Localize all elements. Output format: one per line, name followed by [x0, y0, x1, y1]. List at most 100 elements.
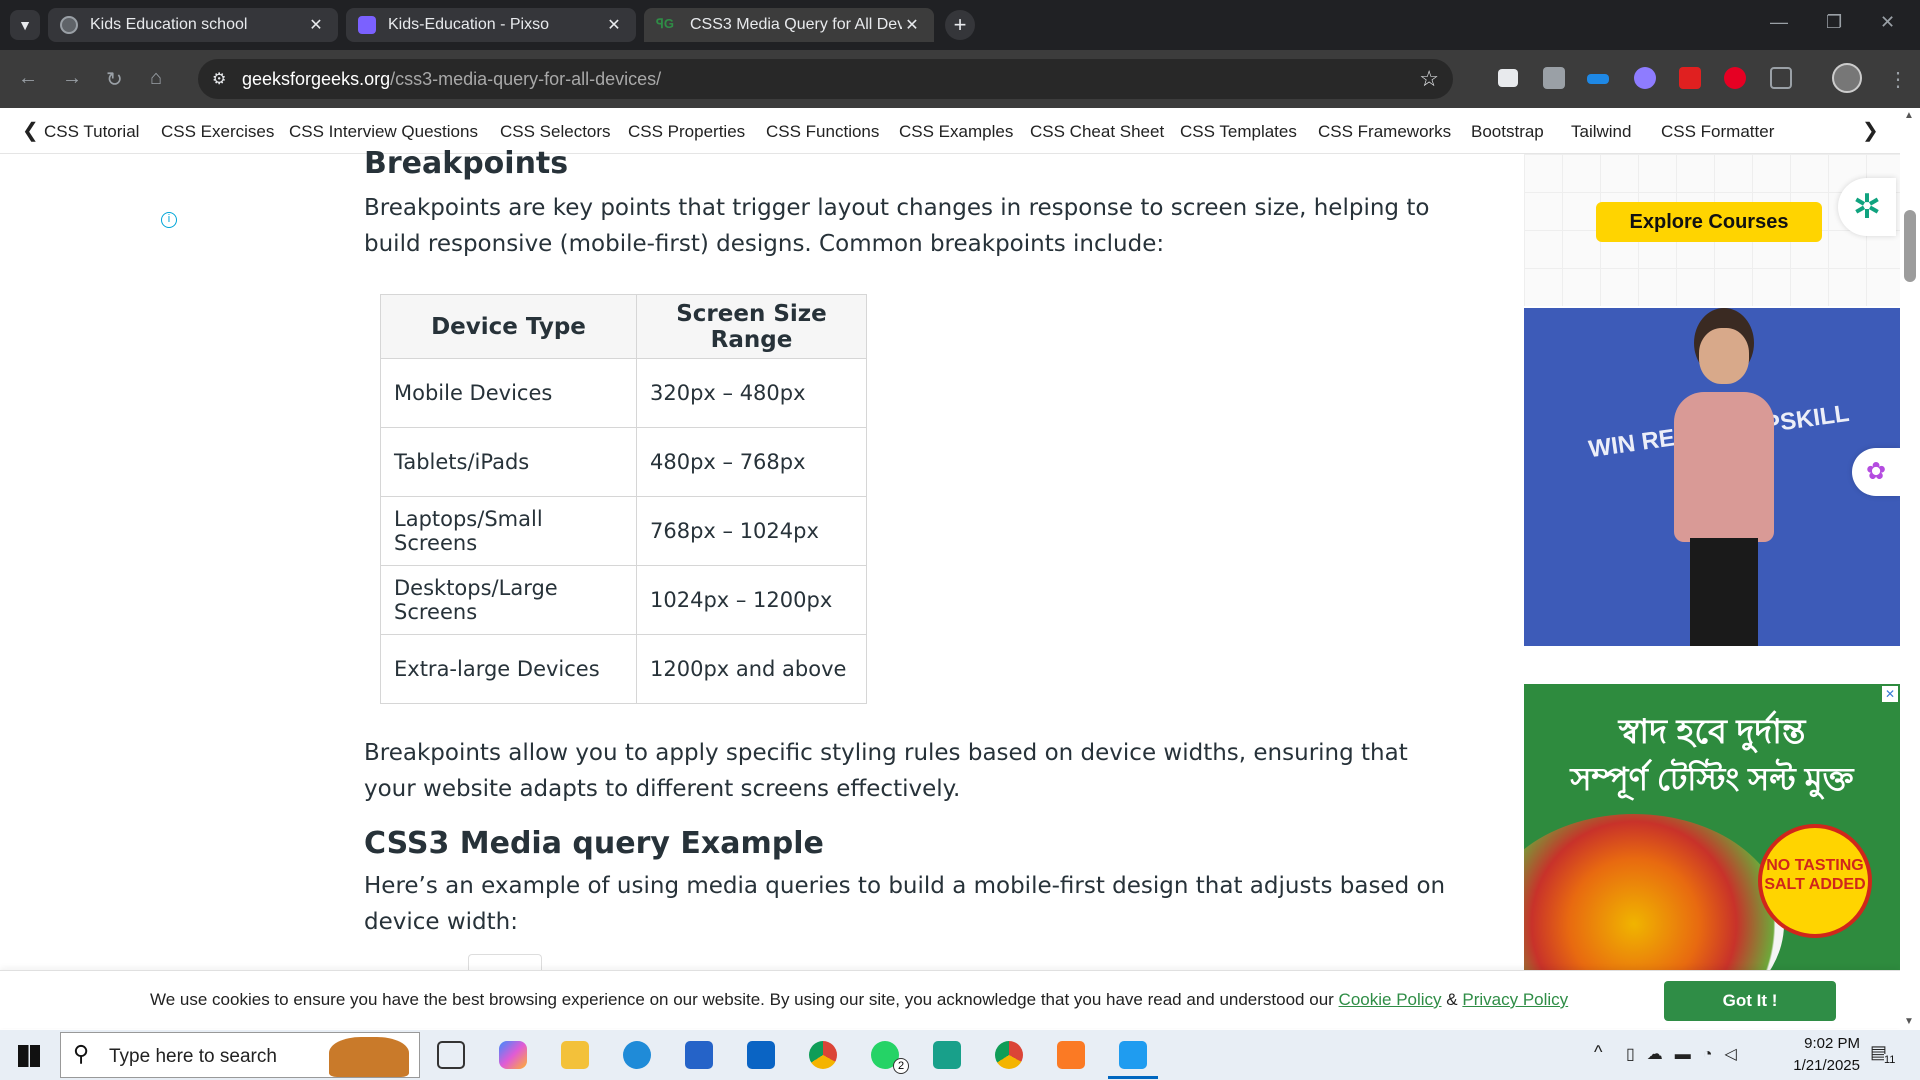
tab-search-button[interactable]: ▼ — [10, 10, 40, 40]
clock-date: 1/21/2025 — [1793, 1057, 1860, 1074]
close-window-icon[interactable]: ✕ — [1880, 12, 1895, 33]
table-cell: 768px – 1024px — [636, 496, 867, 566]
ad-close-icon[interactable]: ✕ — [1882, 686, 1898, 702]
xampp-icon[interactable] — [1057, 1041, 1085, 1069]
col-device-type: Device Type — [380, 294, 637, 359]
chrome-icon[interactable] — [809, 1041, 837, 1069]
forward-icon[interactable]: → — [62, 67, 82, 90]
table-cell: 1200px and above — [636, 634, 867, 704]
close-icon[interactable]: ✕ — [902, 15, 922, 35]
tab-kids-education-school[interactable]: Kids Education school ✕ — [48, 8, 338, 42]
ad-explore-courses[interactable]: Explore Courses — [1524, 154, 1900, 306]
nav-bootstrap[interactable]: Bootstrap — [1471, 122, 1544, 142]
extension-icon[interactable] — [1543, 67, 1565, 89]
gfg-logo-icon: ꟼG — [656, 16, 674, 31]
ad-food-banner[interactable]: ✕ স্বাদ হবে দুর্দান্ত সম্পূর্ণ টেস্টিং স… — [1524, 684, 1900, 970]
play-extension-icon[interactable] — [1634, 67, 1656, 89]
pdf-extension-icon[interactable] — [1679, 67, 1701, 89]
back-icon[interactable]: ← — [18, 67, 38, 90]
table-cell: Laptops/Small Screens — [380, 496, 637, 566]
nav-css-exercises[interactable]: CSS Exercises — [161, 122, 274, 142]
file-explorer-icon[interactable] — [561, 1041, 589, 1069]
new-tab-button[interactable]: + — [945, 10, 975, 40]
nav-css-formatter[interactable]: CSS Formatter — [1661, 122, 1774, 142]
reading-list-icon[interactable] — [1498, 69, 1518, 87]
clock[interactable]: 9:02 PM 1/21/2025 — [1760, 1033, 1860, 1077]
page-scrollbar[interactable]: ▲ ▼ — [1900, 108, 1920, 1030]
chevron-right-icon[interactable]: ❯ — [1862, 118, 1879, 143]
site-info-icon[interactable]: ⚙ — [212, 69, 226, 89]
section-heading-breakpoints: Breakpoints — [364, 146, 569, 181]
wave-extension-icon[interactable] — [1587, 74, 1609, 84]
chevron-up-icon[interactable]: ^ — [1594, 1042, 1602, 1063]
cookie-policy-link[interactable]: Cookie Policy — [1339, 990, 1442, 1009]
url-domain: geeksforgeeks.org — [242, 69, 391, 89]
code-tab[interactable] — [468, 954, 542, 970]
outlook-icon[interactable] — [747, 1041, 775, 1069]
nav-css-selectors[interactable]: CSS Selectors — [500, 122, 611, 142]
reload-icon[interactable]: ↻ — [106, 67, 123, 92]
taskbar-search[interactable]: ⚲ Type here to search — [60, 1032, 420, 1078]
task-view-icon[interactable] — [437, 1041, 465, 1069]
profile-avatar[interactable] — [1832, 63, 1862, 93]
copilot-icon[interactable] — [499, 1041, 527, 1069]
table-header-row: Device Type Screen Size Range — [380, 294, 867, 359]
chatgpt-sidebar-icon[interactable]: ✲ — [1838, 178, 1896, 236]
url-path: /css3-media-query-for-all-devices/ — [390, 69, 662, 89]
search-icon: ⚲ — [73, 1041, 90, 1066]
notification-count: 11 — [1884, 1054, 1896, 1066]
tray-icons[interactable]: ▯☁▬◔◁ — [1626, 1044, 1749, 1064]
restore-icon[interactable]: ❐ — [1826, 12, 1842, 33]
nav-css-examples[interactable]: CSS Examples — [899, 122, 1013, 142]
scroll-up-arrow-icon[interactable]: ▲ — [1904, 110, 1914, 121]
nav-css-functions[interactable]: CSS Functions — [766, 122, 879, 142]
breakpoints-intro: Breakpoints are key points that trigger … — [364, 195, 1430, 257]
privacy-policy-link[interactable]: Privacy Policy — [1462, 990, 1568, 1009]
minimize-icon[interactable]: — — [1770, 12, 1788, 33]
nav-css-cheat-sheet[interactable]: CSS Cheat Sheet — [1030, 122, 1164, 142]
close-icon[interactable]: ✕ — [604, 15, 624, 35]
puzzle-icon[interactable] — [1770, 67, 1792, 89]
ad-refund-banner[interactable]: WIN REFUND UPSKILL — [1524, 308, 1900, 646]
nav-css-interview-questions[interactable]: CSS Interview Questions — [289, 122, 478, 142]
nav-css-frameworks[interactable]: CSS Frameworks — [1318, 122, 1451, 142]
pixso-icon — [358, 16, 376, 34]
home-icon[interactable]: ⌂ — [150, 67, 162, 90]
tab-title: CSS3 Media Query for All Devic — [690, 16, 902, 33]
col-screen-size-range: Screen Size Range — [636, 294, 867, 359]
table-row: Desktops/Large Screens 1024px – 1200px — [380, 565, 867, 635]
close-icon[interactable]: ✕ — [306, 15, 326, 35]
address-bar[interactable]: ⚙ geeksforgeeks.org/css3-media-query-for… — [198, 59, 1453, 99]
brain-sidebar-icon[interactable]: ✿ — [1852, 448, 1900, 496]
chevron-left-icon[interactable]: ❮ — [22, 118, 39, 143]
windows-taskbar: ⚲ Type here to search 2 ^ ▯☁▬◔◁ 9:02 PM … — [0, 1030, 1920, 1080]
nav-css-templates[interactable]: CSS Templates — [1180, 122, 1297, 142]
breakpoints-explanation: Breakpoints allow you to apply specific … — [364, 740, 1408, 802]
bookmark-star-icon[interactable]: ☆ — [1419, 66, 1439, 92]
windows-start-icon[interactable] — [18, 1045, 40, 1067]
table-row: Tablets/iPads 480px – 768px — [380, 427, 867, 497]
pycharm-icon[interactable] — [933, 1041, 961, 1069]
nav-tailwind[interactable]: Tailwind — [1571, 122, 1631, 142]
cookie-banner: We use cookies to ensure you have the be… — [0, 970, 1900, 1028]
chrome-profile-icon[interactable] — [995, 1041, 1023, 1069]
pinterest-icon[interactable] — [1724, 67, 1746, 89]
tab-kids-education-pixso[interactable]: Kids-Education - Pixso ✕ — [346, 8, 636, 42]
got-it-button[interactable]: Got It ! — [1664, 981, 1836, 1021]
ad-info-icon[interactable]: i — [161, 212, 177, 228]
squirrel-image — [329, 1037, 409, 1077]
scroll-down-arrow-icon[interactable]: ▼ — [1904, 1016, 1914, 1027]
explore-courses-button[interactable]: Explore Courses — [1596, 202, 1822, 242]
vscode-icon[interactable] — [1119, 1041, 1147, 1069]
edge-icon[interactable] — [623, 1041, 651, 1069]
table-cell: Mobile Devices — [380, 358, 637, 428]
scrollbar-thumb[interactable] — [1904, 210, 1916, 282]
cookie-text: We use cookies to ensure you have the be… — [150, 990, 1334, 1009]
menu-icon[interactable]: ⋮ — [1888, 67, 1908, 92]
example-intro: Here’s an example of using media queries… — [364, 873, 1446, 935]
nav-css-tutorial[interactable]: CSS Tutorial — [44, 122, 139, 142]
chevron-down-icon: ▼ — [18, 17, 32, 33]
nav-css-properties[interactable]: CSS Properties — [628, 122, 745, 142]
store-icon[interactable] — [685, 1041, 713, 1069]
tab-css3-media-query[interactable]: ꟼG CSS3 Media Query for All Devic ✕ — [644, 8, 934, 42]
